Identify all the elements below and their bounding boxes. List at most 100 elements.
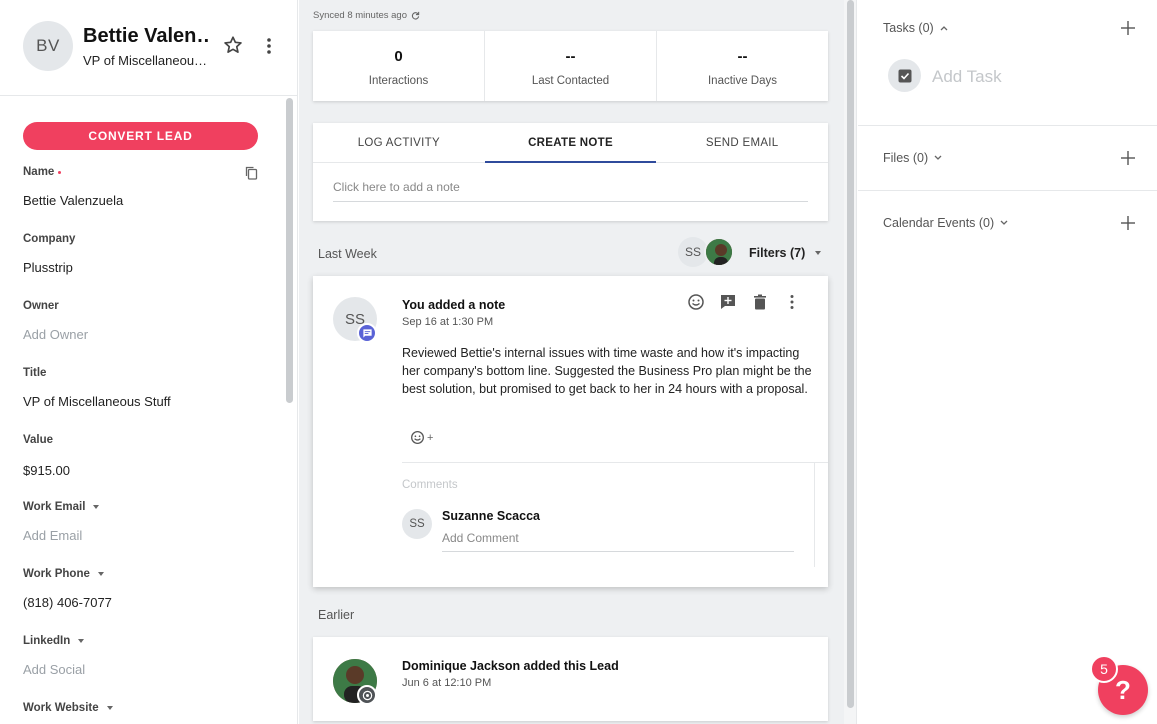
note-card: SS You added a note Sep 16 at 1:30 PM Re…: [313, 276, 828, 587]
related-panel: Tasks (0) Add Task Files (0) Calendar Ev…: [858, 0, 1157, 724]
stat-value: 0: [394, 48, 403, 65]
field-title[interactable]: Title VP of Miscellaneous Stuff: [23, 367, 263, 409]
field-label: Work Email: [23, 501, 86, 513]
avatar-photo[interactable]: [704, 237, 734, 267]
tab-log-activity[interactable]: LOG ACTIVITY: [313, 123, 485, 162]
filters-button[interactable]: Filters (7): [749, 246, 822, 260]
chevron-down-icon: [815, 251, 822, 255]
tasks-section: Tasks (0) Add Task: [858, 0, 1157, 126]
comments-label: Comments: [402, 479, 458, 491]
commenter-name: Suzanne Scacca: [442, 509, 540, 523]
field-work-website[interactable]: Work Website: [23, 702, 263, 714]
activity-composer: LOG ACTIVITY CREATE NOTE SEND EMAIL Clic…: [313, 123, 828, 221]
section-earlier: Earlier: [318, 608, 355, 622]
more-vert-icon[interactable]: [783, 293, 801, 311]
event-date: Jun 6 at 12:10 PM: [402, 677, 492, 689]
emoji-icon: [411, 431, 424, 444]
files-label: Files (0): [883, 151, 929, 165]
feed-scrollbar[interactable]: [847, 0, 854, 708]
files-section: Files (0): [858, 126, 1157, 191]
field-label: Owner: [23, 300, 59, 312]
calendar-toggle[interactable]: Calendar Events (0): [883, 216, 1008, 230]
tasks-toggle[interactable]: Tasks (0): [883, 21, 948, 35]
field-value[interactable]: Add Social: [23, 662, 263, 677]
note-actions: [687, 293, 801, 311]
field-value-amount[interactable]: Value $915.00: [23, 434, 263, 478]
add-reaction-button[interactable]: +: [410, 430, 433, 445]
refresh-icon[interactable]: [411, 11, 420, 20]
field-label: Name: [23, 166, 55, 178]
tab-create-note[interactable]: CREATE NOTE: [484, 123, 657, 163]
stat-last-contacted: -- Last Contacted: [485, 31, 657, 101]
field-company[interactable]: Company Plusstrip: [23, 233, 263, 275]
add-task-input[interactable]: Add Task: [932, 67, 1002, 87]
note-icon: [357, 323, 377, 343]
chevron-down-icon[interactable]: [78, 639, 85, 643]
field-value[interactable]: Add Email: [23, 528, 263, 543]
comments-scrollbar[interactable]: [814, 463, 828, 567]
chevron-down-icon: [1000, 220, 1008, 225]
field-value[interactable]: Bettie Valenzuela: [23, 193, 263, 208]
field-work-phone[interactable]: Work Phone (818) 406-7077: [23, 568, 263, 610]
chevron-up-icon: [940, 26, 948, 31]
task-checkbox-icon[interactable]: [888, 59, 921, 92]
comment-input[interactable]: Add Comment: [442, 531, 794, 552]
field-value[interactable]: (818) 406-7077: [23, 595, 263, 610]
left-scrollbar[interactable]: [286, 98, 293, 403]
convert-lead-button[interactable]: CONVERT LEAD: [23, 122, 258, 150]
note-input[interactable]: Click here to add a note: [333, 180, 808, 202]
note-body: Reviewed Bettie's internal issues with t…: [402, 346, 812, 396]
activity-tabs: LOG ACTIVITY CREATE NOTE SEND EMAIL: [313, 123, 828, 163]
lead-name: Bettie Valen…: [83, 25, 211, 47]
field-label: Work Website: [23, 702, 99, 714]
sync-text: Synced 8 minutes ago: [313, 10, 408, 21]
add-file-plus-icon[interactable]: [1121, 151, 1135, 165]
section-last-week: Last Week: [318, 247, 377, 261]
target-icon: [357, 685, 377, 705]
field-value[interactable]: Plusstrip: [23, 260, 263, 275]
chevron-down-icon[interactable]: [97, 572, 104, 576]
stat-value: --: [737, 48, 748, 65]
field-value[interactable]: $915.00: [23, 463, 263, 478]
emoji-icon[interactable]: [687, 293, 705, 311]
field-owner[interactable]: Owner Add Owner: [23, 300, 263, 342]
field-work-email[interactable]: Work Email Add Email: [23, 501, 263, 543]
field-linkedin[interactable]: LinkedIn Add Social: [23, 635, 263, 677]
stats-bar: 0 Interactions -- Last Contacted -- Inac…: [313, 31, 828, 101]
plus-label: +: [427, 431, 434, 444]
lead-fields: CONVERT LEAD Name Bettie Valenzuela Comp…: [0, 97, 283, 724]
files-toggle[interactable]: Files (0): [883, 151, 942, 165]
stat-interactions: 0 Interactions: [313, 31, 485, 101]
field-label: Title: [23, 367, 47, 379]
field-label: Work Phone: [23, 568, 90, 580]
add-event-plus-icon[interactable]: [1121, 216, 1135, 230]
lead-avatar: BV: [23, 21, 73, 71]
field-label: Value: [23, 434, 54, 446]
field-name[interactable]: Name Bettie Valenzuela: [23, 166, 263, 208]
chevron-down-icon[interactable]: [106, 706, 113, 710]
chevron-down-icon[interactable]: [93, 505, 100, 509]
stat-value: --: [565, 48, 576, 65]
stat-label: Interactions: [368, 75, 429, 87]
tasks-label: Tasks (0): [883, 21, 934, 35]
chevron-down-icon: [934, 155, 942, 160]
add-task-plus-icon[interactable]: [1121, 21, 1135, 35]
more-vert-icon[interactable]: [262, 36, 276, 56]
activity-feed: Synced 8 minutes ago 0 Interactions -- L…: [299, 0, 844, 724]
filters-label: Filters (7): [749, 246, 806, 260]
field-value[interactable]: Add Owner: [23, 327, 263, 342]
lead-created-event: Dominique Jackson added this Lead Jun 6 …: [313, 637, 828, 721]
lead-subtitle: VP of Miscellaneou…: [83, 53, 208, 68]
filter-avatars[interactable]: SS: [678, 237, 738, 267]
notification-badge: 5: [1090, 655, 1118, 683]
field-label: Company: [23, 233, 76, 245]
star-icon[interactable]: [222, 34, 244, 56]
field-value[interactable]: VP of Miscellaneous Stuff: [23, 394, 263, 409]
trash-icon[interactable]: [751, 293, 769, 311]
avatar: SS: [402, 509, 432, 539]
lead-header: BV Bettie Valen… VP of Miscellaneou…: [0, 0, 298, 96]
add-comment-icon[interactable]: [719, 293, 737, 311]
tab-send-email[interactable]: SEND EMAIL: [656, 123, 828, 162]
stat-label: Inactive Days: [707, 75, 778, 87]
stat-label: Last Contacted: [531, 75, 610, 87]
